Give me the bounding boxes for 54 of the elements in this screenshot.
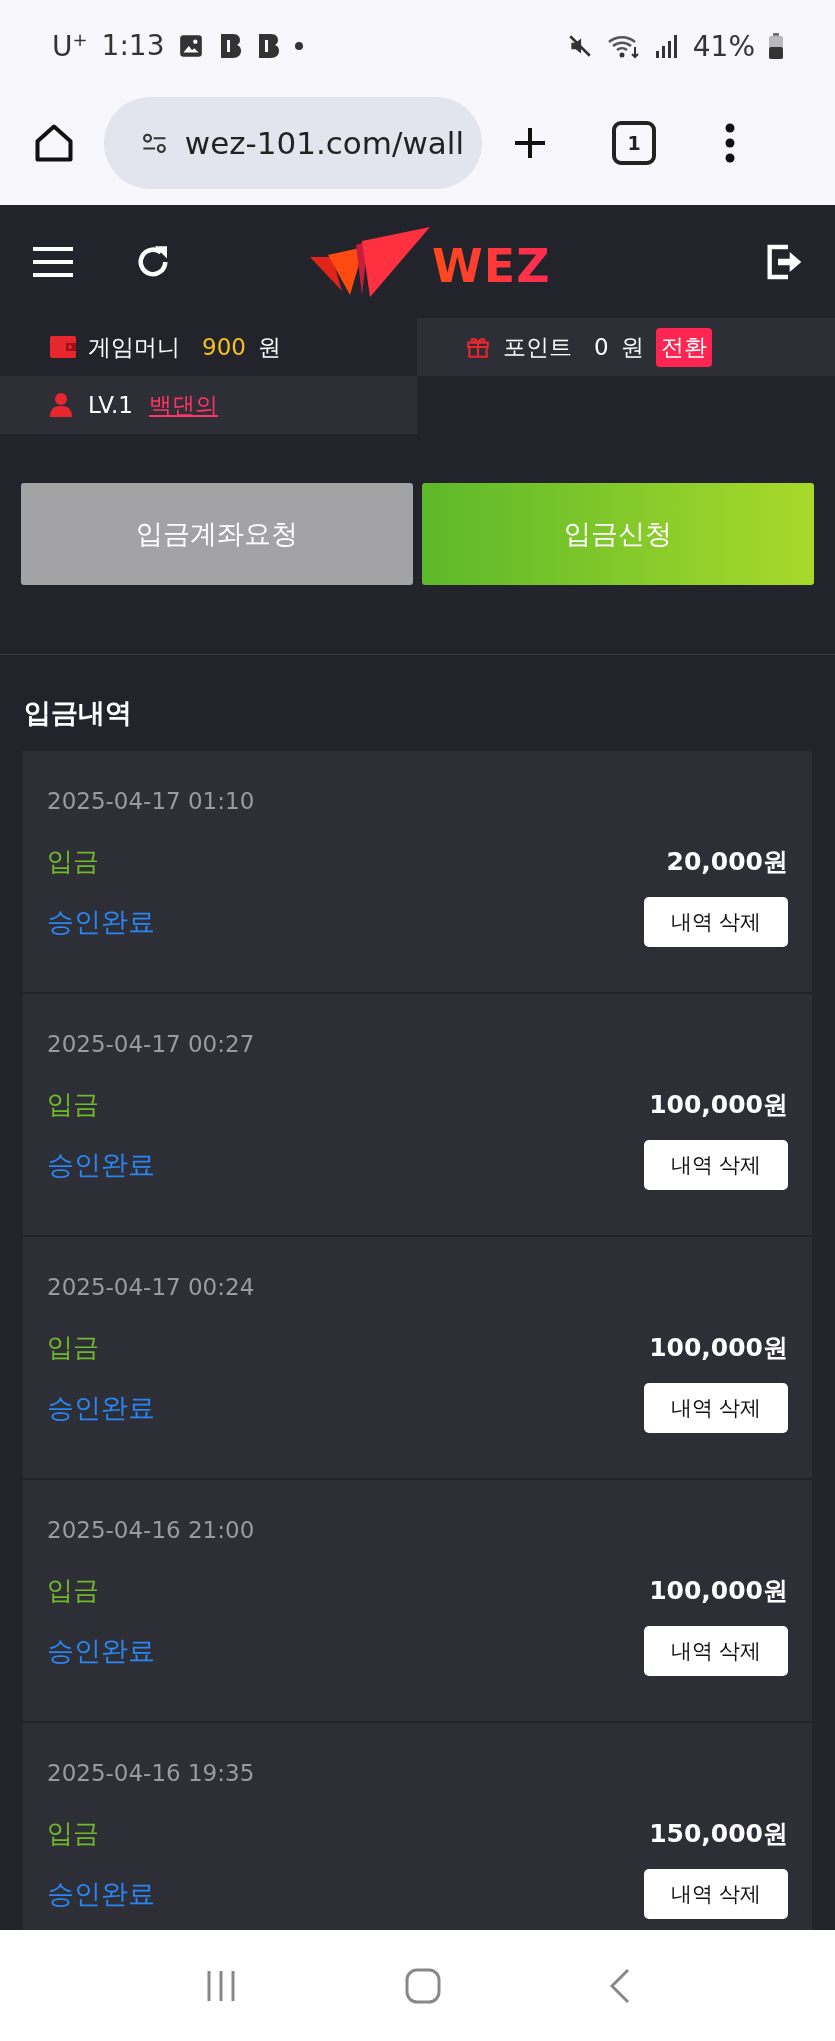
menu-icon[interactable] bbox=[32, 245, 74, 278]
point-unit: 원 bbox=[620, 332, 644, 362]
record-type: 입금 bbox=[47, 1574, 99, 1607]
app-icon bbox=[256, 32, 281, 60]
delete-record-button[interactable]: 내역 삭제 bbox=[644, 1383, 788, 1433]
delete-record-button[interactable]: 내역 삭제 bbox=[644, 897, 788, 947]
record-date: 2025-04-17 01:10 bbox=[47, 788, 255, 814]
carrier-text: U$^{+}$ bbox=[52, 28, 88, 64]
wallet-icon bbox=[50, 336, 76, 358]
record-status: 승인완료 bbox=[47, 1391, 155, 1425]
more-menu-icon[interactable] bbox=[724, 122, 736, 163]
record-type: 입금 bbox=[47, 845, 99, 878]
clock-time: 1:13 bbox=[101, 29, 165, 63]
battery-icon bbox=[769, 33, 783, 59]
record-date: 2025-04-16 21:00 bbox=[47, 1517, 255, 1543]
record-status: 승인완료 bbox=[47, 1634, 155, 1668]
record-amount: 20,000원 bbox=[666, 846, 788, 878]
record-status: 승인완료 bbox=[47, 1148, 155, 1182]
signal-icon bbox=[654, 33, 679, 59]
record-type: 입금 bbox=[47, 1088, 99, 1121]
record-type: 입금 bbox=[47, 1817, 99, 1850]
home-button-icon[interactable] bbox=[404, 1966, 443, 2005]
app-icon bbox=[218, 32, 243, 60]
delete-record-button[interactable]: 내역 삭제 bbox=[644, 1140, 788, 1190]
convert-button[interactable]: 전환 bbox=[655, 327, 712, 367]
url-text: wez-101.com/wall bbox=[184, 124, 464, 161]
game-money-unit: 원 bbox=[257, 332, 281, 362]
delete-record-button[interactable]: 내역 삭제 bbox=[644, 1626, 788, 1676]
record-status: 승인완료 bbox=[47, 905, 155, 939]
record-amount: 100,000원 bbox=[649, 1089, 788, 1121]
delete-record-button[interactable]: 내역 삭제 bbox=[644, 1869, 788, 1919]
wifi-icon bbox=[606, 33, 641, 59]
address-bar[interactable]: wez-101.com/wall bbox=[104, 96, 482, 189]
record-amount: 150,000원 bbox=[649, 1818, 788, 1850]
record-date: 2025-04-16 19:35 bbox=[47, 1760, 255, 1786]
section-title: 입금내역 bbox=[24, 696, 133, 730]
image-icon bbox=[178, 33, 205, 59]
logo-mark-icon bbox=[310, 227, 430, 299]
record-status: 승인완료 bbox=[47, 1877, 155, 1911]
level-text: LV.1 bbox=[88, 392, 133, 418]
record-type: 입금 bbox=[47, 1331, 99, 1364]
game-money-value: 900 bbox=[202, 334, 246, 360]
nickname-link[interactable]: 백댄의 bbox=[149, 389, 218, 421]
record-amount: 100,000원 bbox=[649, 1332, 788, 1364]
point-value: 0 bbox=[594, 334, 609, 360]
dot-icon bbox=[294, 41, 305, 51]
point-label: 포인트 bbox=[503, 332, 572, 362]
record-date: 2025-04-17 00:24 bbox=[47, 1274, 255, 1300]
tab-count[interactable]: 1 bbox=[612, 120, 656, 165]
user-icon bbox=[50, 393, 72, 417]
battery-percent: 41% bbox=[692, 29, 755, 63]
record-date: 2025-04-17 00:27 bbox=[47, 1031, 255, 1057]
record-amount: 100,000원 bbox=[649, 1575, 788, 1607]
game-money-label: 게임머니 bbox=[88, 332, 180, 362]
